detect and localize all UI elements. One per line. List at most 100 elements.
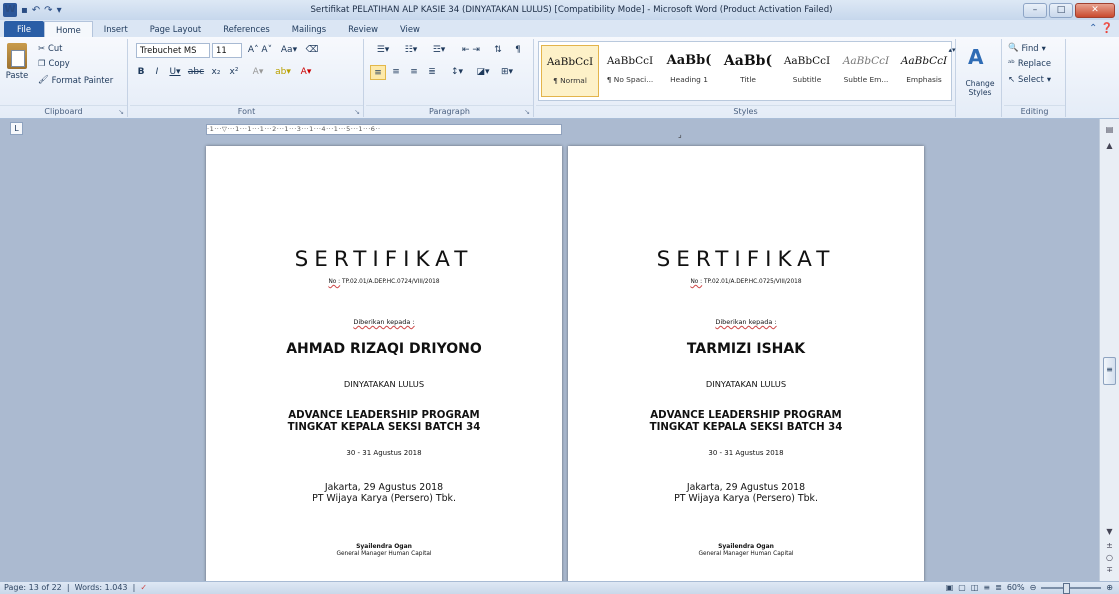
web-layout-icon[interactable]: ◫ (971, 582, 979, 594)
tab-references[interactable]: References (212, 21, 281, 37)
document-page[interactable]: SERTIFIKAT No : TP.02.01/A.DEP.HC.0725/V… (568, 146, 924, 586)
grow-shrink-font-icon[interactable]: A˄ A˅ (246, 43, 274, 58)
align-left-icon[interactable]: ≡ (370, 65, 386, 80)
tab-review[interactable]: Review (337, 21, 389, 37)
select-button[interactable]: ↖ Select ▾ (1008, 74, 1051, 84)
help-icon[interactable]: ⌃ ❓ (1089, 21, 1119, 37)
paragraph-label: Paragraph (366, 105, 533, 117)
certificate-number: No : TP.02.01/A.DEP.HC.0724/VIII/2018 (328, 279, 440, 285)
align-right-icon[interactable]: ≡ (406, 65, 422, 80)
replace-button[interactable]: ᵃᵇ Replace (1008, 58, 1051, 68)
paragraph-group: ☰▾ ☷▾ ☲▾ ⇤ ⇥ ⇅ ¶ ≡ ≡ ≡ ≣ ↕▾ ◪▾ ⊞▾ Paragr… (366, 39, 534, 117)
vertical-scrollbar[interactable]: ▤ ▲ ≡ ▼ ± ○ ∓ (1099, 119, 1119, 581)
style-emphasis[interactable]: AaBbCcI Emphasis (895, 45, 953, 97)
borders-icon[interactable]: ⊞▾ (496, 65, 518, 80)
style-no-spacing[interactable]: AaBbCcI ¶ No Spaci... (601, 45, 659, 97)
bold-icon[interactable]: B (134, 65, 148, 80)
program-name: ADVANCE LEADERSHIP PROGRAM TINGKAT KEPALA… (287, 410, 481, 433)
zoom-out-icon[interactable]: ⊖ (1030, 582, 1037, 594)
highlight-icon[interactable]: ab▾ (272, 65, 294, 80)
proofing-icon[interactable]: ✓ (140, 583, 147, 592)
style-subtle-emphasis[interactable]: AaBbCcI Subtle Em... (837, 45, 895, 97)
font-dialog-launcher-icon[interactable]: ↘ (354, 108, 360, 116)
copy-button[interactable]: ❐ Copy (38, 58, 70, 68)
justify-icon[interactable]: ≣ (424, 65, 440, 80)
outline-icon[interactable]: ≡ (983, 582, 990, 594)
browse-object-icon[interactable]: ○ (1103, 553, 1116, 562)
sort-icon[interactable]: ⇅ (490, 43, 506, 58)
font-size-combo[interactable]: 11 (212, 43, 242, 58)
tab-selector-icon[interactable]: L (10, 122, 23, 135)
indent-icon[interactable]: ⇤ ⇥ (456, 43, 486, 58)
find-button[interactable]: 🔍 Find ▾ (1008, 42, 1046, 53)
cut-button[interactable]: ✂ Cut (38, 43, 62, 53)
text-cursor-icon: ⌟ (678, 130, 682, 139)
horizontal-ruler[interactable]: ·1···▽···1···1···1···2···1···3···1···4··… (206, 124, 562, 135)
minimize-button[interactable]: – (1023, 2, 1047, 18)
underline-icon[interactable]: U▾ (166, 65, 184, 80)
status-text: DINYATAKAN LULUS (705, 379, 787, 389)
document-page[interactable]: SERTIFIKAT No : TP.02.01/A.DEP.HC.0724/V… (206, 146, 562, 586)
dialog-launcher-icon[interactable]: ↘ (118, 108, 124, 116)
save-icon[interactable]: ▪ (21, 5, 28, 16)
scroll-thumb[interactable]: ≡ (1103, 357, 1116, 385)
zoom-level[interactable]: 60% (1007, 582, 1025, 594)
word-count[interactable]: Words: 1.043 (75, 583, 128, 592)
ruler-toggle-icon[interactable]: ▤ (1103, 125, 1116, 134)
close-button[interactable]: ✕ (1075, 2, 1115, 18)
change-styles-button[interactable]: Change Styles (958, 79, 1002, 97)
tab-home[interactable]: Home (44, 21, 93, 37)
tab-page-layout[interactable]: Page Layout (139, 21, 212, 37)
numbering-icon[interactable]: ☷▾ (398, 43, 424, 58)
format-painter-button[interactable]: 🖌 Format Painter (38, 74, 113, 85)
draft-icon[interactable]: ≣ (995, 582, 1002, 594)
paragraph-dialog-launcher-icon[interactable]: ↘ (524, 108, 530, 116)
previous-page-icon[interactable]: ± (1103, 541, 1116, 550)
multilevel-list-icon[interactable]: ☲▾ (426, 43, 452, 58)
zoom-slider[interactable] (1041, 583, 1102, 594)
scroll-up-icon[interactable]: ▲ (1103, 141, 1116, 150)
subscript-icon[interactable]: x₂ (208, 65, 224, 80)
text-effects-icon[interactable]: A▾ (248, 65, 268, 80)
font-label: Font (130, 105, 363, 117)
superscript-icon[interactable]: x² (226, 65, 242, 80)
italic-icon[interactable]: I (150, 65, 164, 80)
style-normal[interactable]: AaBbCcI ¶ Normal (541, 45, 599, 97)
print-layout-icon[interactable]: ▣ (946, 582, 954, 594)
page-count[interactable]: Page: 13 of 22 (4, 583, 62, 592)
clear-formatting-icon[interactable]: ⌫ (304, 43, 320, 58)
paste-button[interactable]: Paste (3, 41, 31, 80)
next-page-icon[interactable]: ∓ (1103, 565, 1116, 574)
bullets-icon[interactable]: ☰▾ (370, 43, 396, 58)
signer-name: Syailendra Ogan (718, 543, 774, 550)
style-title[interactable]: AaBb(Title (719, 45, 777, 97)
tab-insert[interactable]: Insert (93, 21, 139, 37)
style-subtitle[interactable]: AaBbCcI Subtitle (778, 45, 836, 97)
redo-icon[interactable]: ↷ (44, 5, 52, 16)
zoom-in-icon[interactable]: ⊕ (1106, 582, 1113, 594)
dropdown-icon: ▾ (1046, 74, 1052, 84)
styles-scroll-icon[interactable]: ▴▾ (948, 43, 956, 58)
line-spacing-icon[interactable]: ↕▾ (446, 65, 468, 80)
scroll-down-icon[interactable]: ▼ (1103, 527, 1116, 536)
customize-qat-icon[interactable]: ▾ (57, 5, 62, 16)
font-name-combo[interactable]: Trebuchet MS (136, 43, 210, 58)
tab-view[interactable]: View (389, 21, 431, 37)
certificate-number: No : TP.02.01/A.DEP.HC.0725/VIII/2018 (690, 279, 802, 285)
full-screen-icon[interactable]: ▢ (958, 582, 966, 594)
show-marks-icon[interactable]: ¶ (510, 43, 526, 58)
tab-mailings[interactable]: Mailings (281, 21, 337, 37)
font-color-icon[interactable]: A▾ (296, 65, 316, 80)
align-center-icon[interactable]: ≡ (388, 65, 404, 80)
tab-file[interactable]: File (4, 21, 45, 37)
cursor-icon: ↖ (1008, 74, 1016, 84)
style-heading-1[interactable]: AaBb(Heading 1 (660, 45, 718, 97)
signer-name: Syailendra Ogan (356, 543, 412, 550)
shading-icon[interactable]: ◪▾ (472, 65, 494, 80)
paste-label: Paste (5, 70, 29, 80)
undo-icon[interactable]: ↶ (32, 5, 40, 16)
strikethrough-icon[interactable]: abc (186, 65, 206, 80)
maximize-button[interactable]: □ (1049, 2, 1073, 18)
change-case-icon[interactable]: Aa▾ (278, 43, 300, 58)
change-styles-icon[interactable]: A (968, 45, 983, 69)
